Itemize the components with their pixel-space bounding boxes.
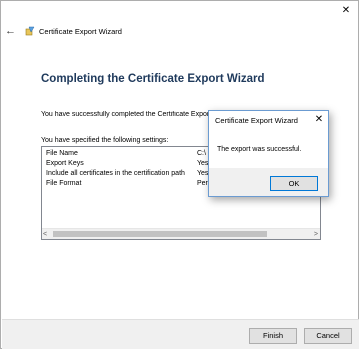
dialog-title: Certificate Export Wizard [215, 116, 298, 125]
ok-button[interactable]: OK [270, 176, 318, 191]
page-heading: Completing the Certificate Export Wizard [41, 73, 265, 85]
dialog-close-icon[interactable]: ✕ [312, 113, 326, 127]
scroll-right-icon[interactable]: > [314, 229, 318, 239]
horizontal-scrollbar[interactable]: < > [42, 228, 320, 239]
export-success-dialog: Certificate Export Wizard ✕ The export w… [208, 110, 329, 197]
dialog-message: The export was successful. [217, 146, 302, 153]
settings-caption: You have specified the following setting… [41, 137, 169, 144]
dialog-footer: OK [209, 168, 328, 196]
cancel-button[interactable]: Cancel [304, 328, 352, 344]
back-arrow-icon[interactable]: ← [5, 25, 17, 37]
wizard-title: Certificate Export Wizard [39, 27, 122, 36]
scroll-left-icon[interactable]: < [43, 229, 47, 239]
wizard-footer: Finish Cancel [2, 319, 359, 349]
window-close-icon[interactable]: ✕ [338, 4, 354, 18]
finish-button[interactable]: Finish [249, 328, 297, 344]
certificate-wizard-icon [25, 26, 35, 36]
success-text: You have successfully completed the Cert… [41, 111, 209, 118]
scrollbar-thumb[interactable] [53, 231, 267, 237]
